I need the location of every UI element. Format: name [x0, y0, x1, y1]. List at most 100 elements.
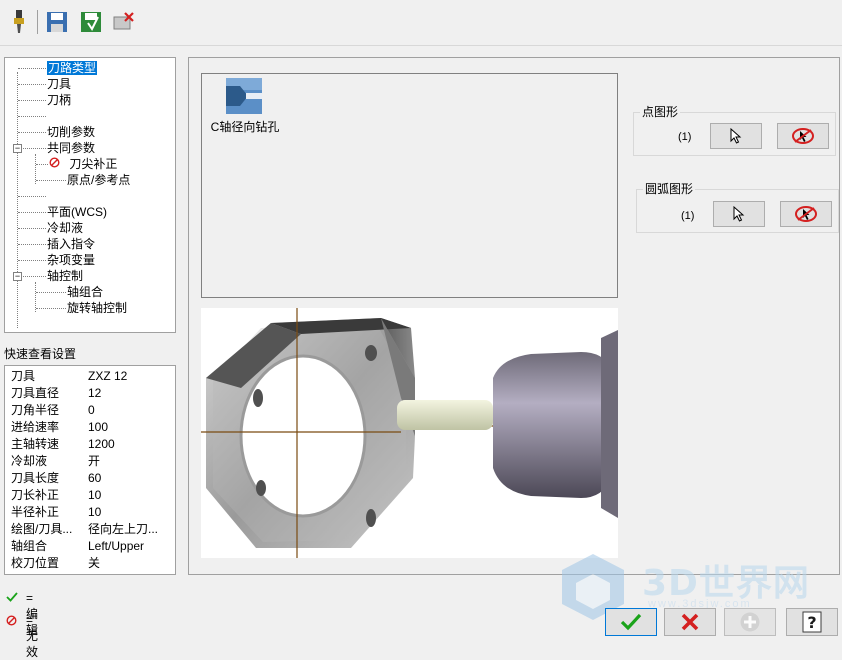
save-icon[interactable]: [44, 8, 70, 36]
plus-icon: [740, 612, 760, 632]
parameter-tree: 刀路类型 刀具 刀柄 切削参数 − 共同参数 刀尖补正 原点/参考点 平面(WC…: [4, 57, 176, 333]
row-key: 刀长补正: [11, 488, 60, 502]
arc-graphics-count: (1): [681, 210, 695, 222]
tree-item-label: 刀路类型: [47, 61, 98, 75]
row-key: 轴组合: [11, 539, 48, 553]
c-axis-radial-drill-icon: [226, 78, 262, 114]
check-icon: [6, 591, 18, 607]
tree-item-tip-comp[interactable]: 刀尖补正: [49, 156, 117, 172]
preview-image: [201, 308, 618, 558]
tree-item-label: 共同参数: [47, 141, 96, 155]
row-value: 1200: [88, 437, 115, 451]
table-row: 冷却液 开: [5, 453, 175, 470]
tree-item-label: 插入指令: [47, 237, 96, 251]
tree-item-cut-params[interactable]: 切削参数: [47, 124, 95, 140]
table-row: 校刀位置 关: [5, 555, 175, 572]
tree-item-common-params[interactable]: 共同参数: [47, 140, 95, 156]
tree-item-label: 原点/参考点: [67, 173, 131, 187]
tree-item-canned-text[interactable]: 插入指令: [47, 236, 95, 252]
row-key: 主轴转速: [11, 437, 60, 451]
row-key: 冷却液: [11, 454, 48, 468]
operation-label: C轴径向钻孔: [210, 120, 280, 134]
select-points-button[interactable]: [710, 123, 762, 149]
tree-item-rotary-axis[interactable]: 旋转轴控制: [67, 300, 127, 316]
row-value: 开: [88, 454, 101, 468]
tree-item-label: 轴组合: [67, 285, 104, 299]
row-key: 刀具: [11, 369, 36, 383]
row-value: 12: [88, 386, 102, 400]
tree-item-plane-wcs[interactable]: 平面(WCS): [47, 204, 107, 220]
cursor-icon: [733, 206, 745, 222]
row-value: Left/Upper: [88, 539, 145, 553]
help-button[interactable]: ?: [786, 608, 838, 636]
table-row: 主轴转速 1200: [5, 436, 175, 453]
tree-item-axis-control[interactable]: 轴控制: [47, 268, 83, 284]
clear-selection-icon: [792, 128, 814, 144]
table-row: 进给速率 100: [5, 419, 175, 436]
table-row: 刀具长度 60: [5, 470, 175, 487]
table-row: 绘图/刀具... 径向左上刀...: [5, 521, 175, 538]
tree-item-label: 旋转轴控制: [67, 301, 128, 315]
row-value: 0: [88, 403, 95, 417]
table-row: 轴组合 Left/Upper: [5, 538, 175, 555]
tree-item-axis-combo[interactable]: 轴组合: [67, 284, 103, 300]
table-row: 刀具 ZXZ 12: [5, 368, 175, 385]
collapse-toggle[interactable]: −: [13, 144, 22, 153]
operation-item[interactable]: C轴径向钻孔: [206, 78, 286, 135]
row-value: 10: [88, 505, 102, 519]
toolbar: [0, 0, 842, 46]
cancel-button[interactable]: [664, 608, 716, 636]
row-value: 100: [88, 420, 109, 434]
table-row: 刀长补正 10: [5, 487, 175, 504]
add-button[interactable]: [724, 608, 776, 636]
quick-view-table: 刀具 ZXZ 12 刀具直径 12 刀角半径 0 进给速率 100 主轴转速 1200 冷…: [4, 365, 176, 575]
point-graphics-group: 点图形 (1): [633, 105, 836, 156]
delete-icon[interactable]: [110, 8, 136, 36]
tree-item-origin-ref[interactable]: 原点/参考点: [67, 172, 130, 188]
row-value: 径向左上刀...: [88, 522, 159, 536]
tree-item-toolpath-type[interactable]: 刀路类型: [47, 60, 98, 76]
row-value: 关: [88, 556, 101, 570]
table-row: 半径补正 10: [5, 504, 175, 521]
tree-item-label: 刀具: [47, 77, 72, 91]
check-icon: [620, 613, 642, 631]
tree-item-label: 刀尖补正: [69, 157, 118, 171]
clear-selection-icon: [795, 206, 817, 222]
row-value: 60: [88, 471, 102, 485]
table-row: 刀角半径 0: [5, 402, 175, 419]
tree-item-label: 切削参数: [47, 125, 96, 139]
tree-item-label: 平面(WCS): [47, 205, 107, 219]
ok-button[interactable]: [605, 608, 657, 636]
tree-item-misc-values[interactable]: 杂项变量: [47, 252, 95, 268]
point-graphics-title: 点图形: [640, 105, 681, 119]
collapse-toggle[interactable]: −: [13, 272, 22, 281]
table-row: 刀具直径 12: [5, 385, 175, 402]
tree-item-label: 刀柄: [47, 93, 72, 107]
tree-item-holder[interactable]: 刀柄: [47, 92, 71, 108]
arc-graphics-title: 圆弧图形: [643, 182, 696, 196]
tree-item-coolant[interactable]: 冷却液: [47, 220, 83, 236]
invalid-icon: [49, 156, 61, 172]
row-key: 刀角半径: [11, 403, 60, 417]
row-key: 刀具长度: [11, 471, 60, 485]
tree-item-tool[interactable]: 刀具: [47, 76, 71, 92]
point-graphics-count: (1): [678, 131, 692, 143]
clear-points-button[interactable]: [777, 123, 829, 149]
invalid-icon: [6, 614, 17, 630]
clear-arcs-button[interactable]: [780, 201, 832, 227]
cursor-icon: [730, 128, 742, 144]
quick-view-title: 快速查看设置: [4, 347, 77, 361]
select-arcs-button[interactable]: [713, 201, 765, 227]
help-icon: ?: [802, 611, 822, 633]
tree-item-label: 杂项变量: [47, 253, 96, 267]
save-as-icon[interactable]: [78, 8, 104, 36]
tool-icon[interactable]: [6, 8, 32, 36]
operation-list: C轴径向钻孔: [201, 73, 618, 298]
legend-invalid-label: =无效: [26, 613, 39, 659]
close-icon: [681, 613, 699, 631]
toolbar-separator: [37, 10, 38, 34]
row-value: ZXZ 12: [88, 369, 128, 383]
row-key: 进给速率: [11, 420, 60, 434]
row-key: 刀具直径: [11, 386, 60, 400]
row-key: 半径补正: [11, 505, 60, 519]
